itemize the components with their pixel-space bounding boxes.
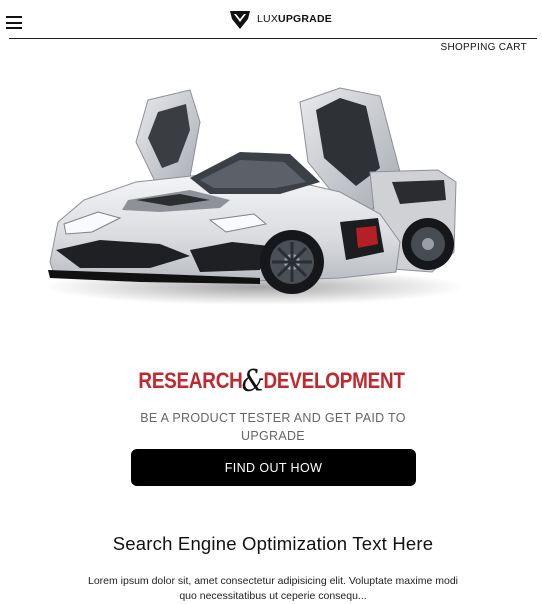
seo-body-text: Lorem ipsum dolor sit, amet consectetur … bbox=[87, 575, 458, 602]
header-divider bbox=[9, 38, 537, 39]
logo-text-lux: LUX bbox=[257, 13, 279, 25]
logo-text-upgrade: UPGRADE bbox=[278, 13, 332, 25]
seo-heading: Search Engine Optimization Text Here bbox=[112, 533, 434, 554]
research-development-title: RESEARCH&DEVELOPMENT bbox=[39, 364, 505, 399]
promo-subtitle: BE A PRODUCT TESTER AND GET PAID TO UPGR… bbox=[140, 411, 406, 443]
site-logo[interactable]: LUXUPGRADE bbox=[229, 9, 332, 30]
lux-upgrade-v-shield-icon bbox=[230, 10, 250, 29]
title-development: DEVELOPMENT bbox=[263, 368, 405, 393]
white-supercar-gullwing-doors-image bbox=[45, 87, 465, 305]
title-research: RESEARCH bbox=[138, 368, 243, 393]
logo-wordmark: LUXUPGRADE bbox=[257, 9, 332, 30]
find-out-how-button[interactable]: FIND OUT HOW bbox=[131, 449, 416, 486]
hamburger-menu-icon[interactable] bbox=[6, 16, 22, 29]
title-ampersand: & bbox=[241, 364, 265, 399]
shopping-cart-link[interactable]: SHOPPING CART bbox=[440, 42, 527, 53]
site-header: LUXUPGRADE bbox=[0, 0, 542, 38]
